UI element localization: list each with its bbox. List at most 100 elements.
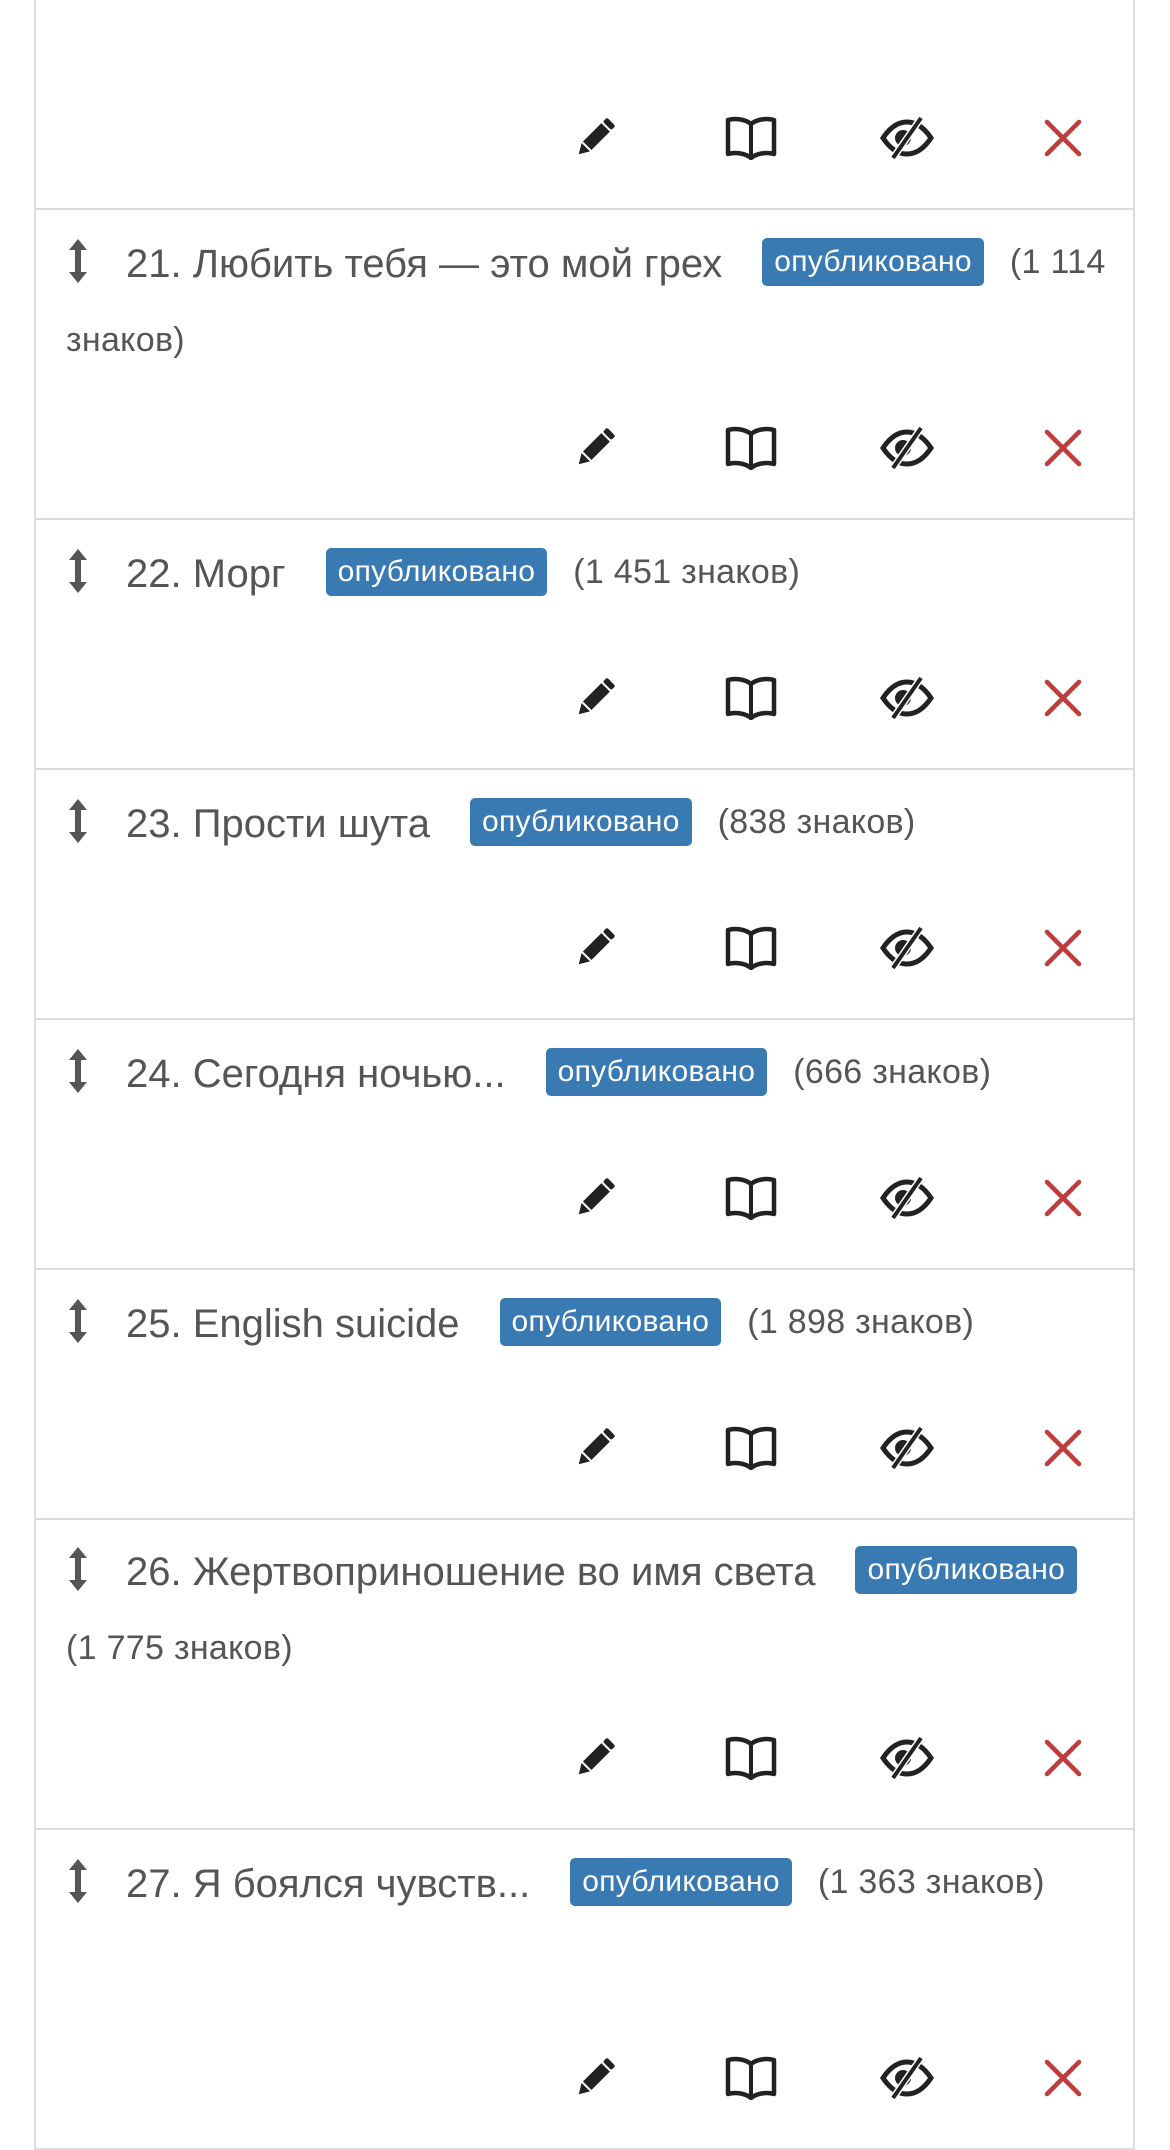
chapter-header: 27. Я боялся чувств... опубликовано (1 363…: [66, 1844, 1113, 1922]
status-badge: опубликовано: [855, 1546, 1078, 1594]
read-button[interactable]: [721, 922, 781, 974]
read-button[interactable]: [721, 422, 781, 474]
book-icon: [725, 2056, 777, 2100]
eye-slash-icon: [879, 926, 935, 970]
chapter-header: 26. Жертвоприношение во имя света опублик…: [66, 1534, 1113, 1688]
chapter-header: 23. Прости шута опубликовано (838 знаков): [66, 784, 1113, 862]
chapter-actions: [565, 922, 1093, 974]
character-count: (1 775 знаков): [66, 1629, 293, 1667]
book-icon: [725, 116, 777, 160]
pencil-icon: [570, 1733, 620, 1783]
delete-button[interactable]: [1033, 1422, 1093, 1474]
close-icon: [1043, 118, 1083, 158]
close-icon: [1043, 1738, 1083, 1778]
edit-button[interactable]: [565, 1732, 625, 1784]
chapter-title[interactable]: 25. English suicide: [126, 1302, 460, 1346]
delete-button[interactable]: [1033, 112, 1093, 164]
drag-handle-icon[interactable]: [66, 234, 90, 283]
chapter-row: 23. Прости шута опубликовано (838 знаков): [36, 770, 1133, 1020]
eye-slash-icon: [879, 676, 935, 720]
edit-button[interactable]: [565, 422, 625, 474]
edit-button[interactable]: [565, 1172, 625, 1224]
chapter-header: 24. Сегодня ночью... опубликовано (666 зна…: [66, 1034, 1113, 1112]
drag-handle-icon[interactable]: [66, 794, 90, 843]
chapter-title[interactable]: 21. Любить тебя — это мой грех: [126, 242, 722, 286]
hide-button[interactable]: [877, 1732, 937, 1784]
status-badge: опубликовано: [469, 798, 692, 846]
delete-button[interactable]: [1033, 1172, 1093, 1224]
delete-button[interactable]: [1033, 2052, 1093, 2104]
chapter-actions: [565, 1422, 1093, 1474]
read-button[interactable]: [721, 2052, 781, 2104]
delete-button[interactable]: [1033, 422, 1093, 474]
pencil-icon: [570, 923, 620, 973]
delete-button[interactable]: [1033, 922, 1093, 974]
pencil-icon: [570, 423, 620, 473]
chapter-title[interactable]: 26. Жертвоприношение во имя света: [126, 1550, 815, 1594]
hide-button[interactable]: [877, 2052, 937, 2104]
hide-button[interactable]: [877, 922, 937, 974]
hide-button[interactable]: [877, 422, 937, 474]
eye-slash-icon: [879, 2056, 935, 2100]
pencil-icon: [570, 1173, 620, 1223]
delete-button[interactable]: [1033, 672, 1093, 724]
chapter-header: 21. Любить тебя — это мой грех опубликова…: [66, 224, 1113, 380]
delete-button[interactable]: [1033, 1732, 1093, 1784]
chapter-actions: [565, 422, 1093, 474]
pencil-icon: [570, 1423, 620, 1473]
character-count: (1 451 знаков): [573, 553, 801, 591]
close-icon: [1043, 928, 1083, 968]
status-badge: опубликовано: [499, 1298, 722, 1346]
chapter-row: 22. Морг опубликовано (1 451 знаков): [36, 520, 1133, 770]
drag-handle-icon[interactable]: [66, 1044, 90, 1093]
status-badge: опубликовано: [762, 238, 984, 286]
chapter-title[interactable]: 22. Морг: [126, 552, 286, 596]
chapter-title[interactable]: 24. Сегодня ночью...: [126, 1052, 506, 1096]
chapter-actions: [565, 112, 1093, 164]
edit-button[interactable]: [565, 922, 625, 974]
book-icon: [725, 1176, 777, 1220]
read-button[interactable]: [721, 672, 781, 724]
eye-slash-icon: [879, 1736, 935, 1780]
book-icon: [725, 1426, 777, 1470]
chapter-title[interactable]: 27. Я боялся чувств...: [126, 1862, 530, 1906]
chapter-row: 21. Любить тебя — это мой грех опубликова…: [36, 210, 1133, 520]
status-badge: опубликовано: [570, 1858, 792, 1906]
read-button[interactable]: [721, 1732, 781, 1784]
chapter-title[interactable]: 23. Прости шута: [126, 802, 430, 846]
eye-slash-icon: [879, 426, 935, 470]
edit-button[interactable]: [565, 1422, 625, 1474]
close-icon: [1043, 428, 1083, 468]
drag-handle-icon[interactable]: [66, 544, 90, 593]
hide-button[interactable]: [877, 672, 937, 724]
edit-button[interactable]: [565, 2052, 625, 2104]
chapter-list: 20. В этот день...опубликовано(1 321 зна…: [34, 0, 1135, 2150]
pencil-icon: [570, 673, 620, 723]
hide-button[interactable]: [877, 1172, 937, 1224]
read-button[interactable]: [721, 112, 781, 164]
pencil-icon: [570, 2053, 620, 2103]
read-button[interactable]: [721, 1172, 781, 1224]
edit-button[interactable]: [565, 112, 625, 164]
hide-button[interactable]: [877, 112, 937, 164]
chapter-row: 25. English suicide опубликовано (1 898 зн…: [36, 1270, 1133, 1520]
book-icon: [725, 1736, 777, 1780]
close-icon: [1043, 678, 1083, 718]
chapter-row: 24. Сегодня ночью... опубликовано (666 зна…: [36, 1020, 1133, 1270]
drag-handle-icon[interactable]: [66, 1294, 90, 1343]
hide-button[interactable]: [877, 1422, 937, 1474]
drag-handle-icon[interactable]: [66, 1542, 90, 1591]
close-icon: [1043, 1428, 1083, 1468]
chapter-actions: [565, 1172, 1093, 1224]
drag-handle-icon[interactable]: [66, 1854, 90, 1903]
chapter-header: 25. English suicide опубликовано (1 898 зн…: [66, 1284, 1113, 1362]
chapter-row: 27. Я боялся чувств... опубликовано (1 363…: [36, 1830, 1133, 2150]
read-button[interactable]: [721, 1422, 781, 1474]
edit-button[interactable]: [565, 672, 625, 724]
chapter-row: 26. Жертвоприношение во имя света опублик…: [36, 1520, 1133, 1830]
close-icon: [1043, 2058, 1083, 2098]
book-icon: [725, 676, 777, 720]
character-count: (838 знаков): [717, 803, 916, 841]
book-icon: [725, 926, 777, 970]
eye-slash-icon: [879, 116, 935, 160]
